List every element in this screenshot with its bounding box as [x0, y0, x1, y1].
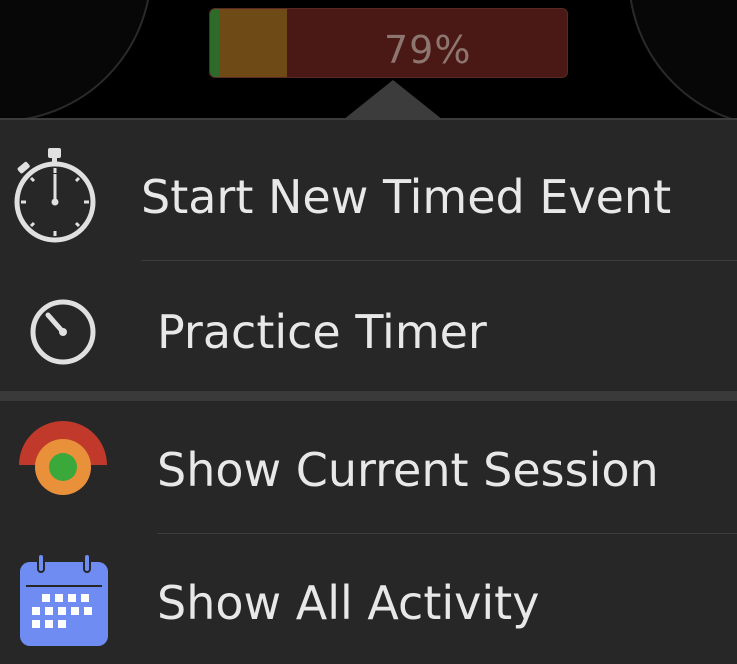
section-divider: [0, 391, 737, 401]
menu-item-practice-timer[interactable]: Practice Timer: [0, 261, 737, 391]
left-gauge-dial: [0, 0, 152, 122]
menu-item-label: Start New Timed Event: [141, 170, 672, 224]
calendar-icon: [20, 553, 108, 646]
popover-pointer: [343, 80, 443, 120]
progress-segment-green: [210, 9, 219, 77]
menu-item-label: Practice Timer: [157, 305, 487, 359]
menu-item-label: Show Current Session: [157, 443, 659, 497]
menu-item-show-current-session[interactable]: Show Current Session: [0, 401, 737, 533]
stopwatch-icon: [14, 148, 96, 243]
right-gauge-dial: [628, 0, 737, 128]
menu-item-label: Show All Activity: [157, 576, 540, 630]
menu-item-show-all-activity[interactable]: Show All Activity: [0, 534, 737, 664]
menu-item-start-new-timed-event[interactable]: Start New Timed Event: [0, 120, 737, 260]
progress-bar: 79%: [209, 8, 568, 78]
popover-menu: Start New Timed Event Practice Timer Sho…: [0, 118, 737, 664]
app-screen: 79% Start New Timed Event Practice Timer…: [0, 0, 737, 664]
timer-icon: [30, 299, 96, 365]
session-gauge-icon: [19, 421, 107, 495]
progress-segment-orange: [219, 9, 287, 77]
progress-percent-label: 79%: [384, 28, 472, 72]
